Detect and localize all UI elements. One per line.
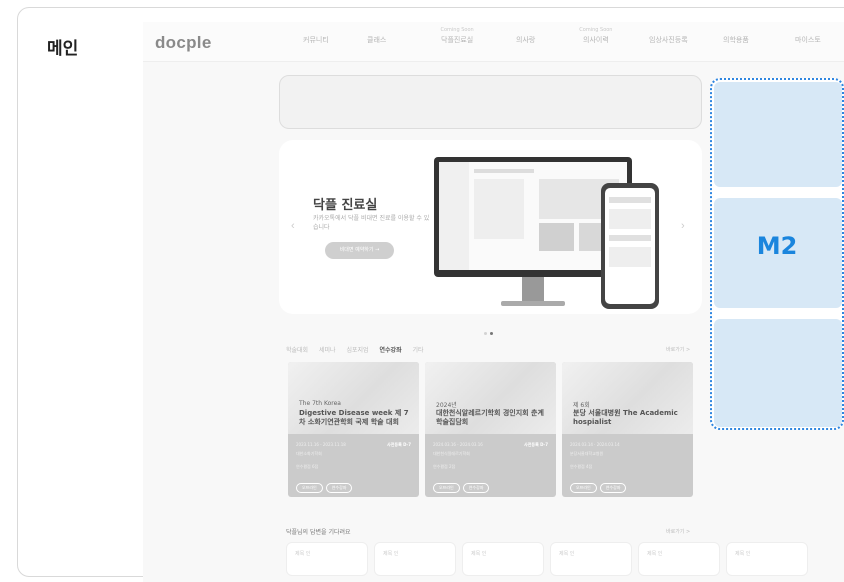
card-date: 2023.11.16 - 2023.11.18 [296, 442, 346, 447]
nav-tag: Coming Soon [440, 27, 474, 33]
category-more-link[interactable]: 바로가기 > [666, 346, 690, 353]
card-dday: 사전등록 D-7 [524, 442, 548, 447]
chevron-left-icon[interactable]: ‹ [291, 220, 295, 232]
m2-slot [714, 82, 842, 187]
m2-label: M2 [756, 232, 798, 260]
top-navigation: docple 커뮤니티 클래스 Coming Soon 닥플진료실 의사랑 Com… [143, 22, 844, 62]
nav-item[interactable]: 의사랑 [516, 35, 535, 45]
card-note: 연수평점 2점 [433, 464, 456, 469]
event-card[interactable]: 제 6회 분당 서울대병원 The Academic hospialist 20… [562, 362, 693, 497]
qna-more-link[interactable]: 바로가기 > [666, 528, 690, 535]
tab-symposium[interactable]: 심포지엄 [347, 347, 369, 354]
card-note: 연수평점 6점 [296, 464, 319, 469]
carousel-dot-active[interactable] [490, 332, 493, 335]
logo[interactable]: docple [155, 33, 212, 53]
tab-seminar[interactable]: 세미나 [319, 347, 336, 354]
qna-section-title: 닥플님의 답변을 기다려요 [286, 529, 351, 536]
qna-card[interactable]: 제목 인 [462, 542, 544, 576]
card-organizer: 대한소화기학회 [296, 451, 322, 456]
carousel-dot[interactable] [484, 332, 487, 335]
card-organizer: 대한천식알레르기학회 [433, 451, 470, 456]
hero-banner: ‹ 닥플 진료실 카카오톡에서 닥플 비대면 진료를 이용할 수 있습니다 비대… [279, 140, 702, 314]
category-tabs: 학술대회 세미나 심포지엄 연수강좌 기타 [286, 345, 433, 354]
m2-highlight-zone: M2 [710, 78, 844, 430]
nav-item[interactable]: Coming Soon 의사이력 [579, 27, 612, 45]
card-date: 2024.03.14 · 2024.03.14 [570, 442, 620, 447]
m2-slot [714, 319, 842, 427]
nav-item[interactable]: 커뮤니티 [303, 35, 329, 45]
qna-card[interactable]: 제목 인 [550, 542, 632, 576]
carousel-dots [484, 322, 496, 340]
nav-item[interactable]: 의학용품 [723, 35, 749, 45]
card-title: 대한천식알레르기학회 경인지회 춘계 학술집담회 [436, 409, 544, 426]
chip: 오프라인 [433, 483, 460, 493]
card-note: 연수평점 4점 [570, 464, 593, 469]
nav-item[interactable]: Coming Soon 닥플진료실 [440, 27, 473, 45]
card-title: 분당 서울대병원 The Academic hospialist [573, 409, 678, 426]
page-label: 메인 [47, 39, 79, 59]
chip: 연수강좌 [599, 483, 627, 493]
device-illustration [434, 157, 659, 309]
nav-item[interactable]: 임상사진등록 [649, 35, 688, 45]
qna-card[interactable]: 제목 인 [286, 542, 368, 576]
hero-description: 카카오톡에서 닥플 비대면 진료를 이용할 수 있습니다 [313, 215, 430, 231]
hero-cta-button[interactable]: 비대면 예약하기 → [325, 242, 394, 259]
chip: 연수강좌 [462, 483, 490, 493]
chip: 연수강좌 [325, 483, 353, 493]
qna-card[interactable]: 제목 인 [638, 542, 720, 576]
chip: 오프라인 [296, 483, 323, 493]
tab-etc[interactable]: 기타 [413, 347, 424, 354]
event-card[interactable]: The 7th Korea Digestive Disease week 제 7… [288, 362, 419, 497]
qna-card[interactable]: 제목 인 [726, 542, 808, 576]
tab-course[interactable]: 연수강좌 [380, 347, 402, 354]
card-subtitle: 제 6회 [573, 402, 590, 409]
card-subtitle: The 7th Korea [299, 400, 341, 407]
tab-conference[interactable]: 학술대회 [286, 347, 308, 354]
hero-title: 닥플 진료실 [313, 198, 378, 213]
search-banner[interactable] [279, 75, 702, 129]
nav-tag: Coming Soon [579, 27, 613, 33]
nav-item[interactable]: 마이스토 [795, 35, 821, 45]
card-subtitle: 2024년 [436, 402, 457, 409]
qna-card[interactable]: 제목 인 [374, 542, 456, 576]
card-date: 2024.03.16 - 2024.03.16 [433, 442, 483, 447]
event-card[interactable]: 2024년 대한천식알레르기학회 경인지회 춘계 학술집담회 2024.03.1… [425, 362, 556, 497]
card-dday: 사전등록 D-7 [387, 442, 411, 447]
chip: 오프라인 [570, 483, 597, 493]
nav-item[interactable]: 클래스 [367, 35, 386, 45]
card-organizer: 분당서울대학교병원 [570, 451, 604, 456]
card-title: Digestive Disease week 제 7차 소화기연관학회 국제 학… [299, 409, 409, 426]
chevron-right-icon[interactable]: › [681, 220, 685, 232]
